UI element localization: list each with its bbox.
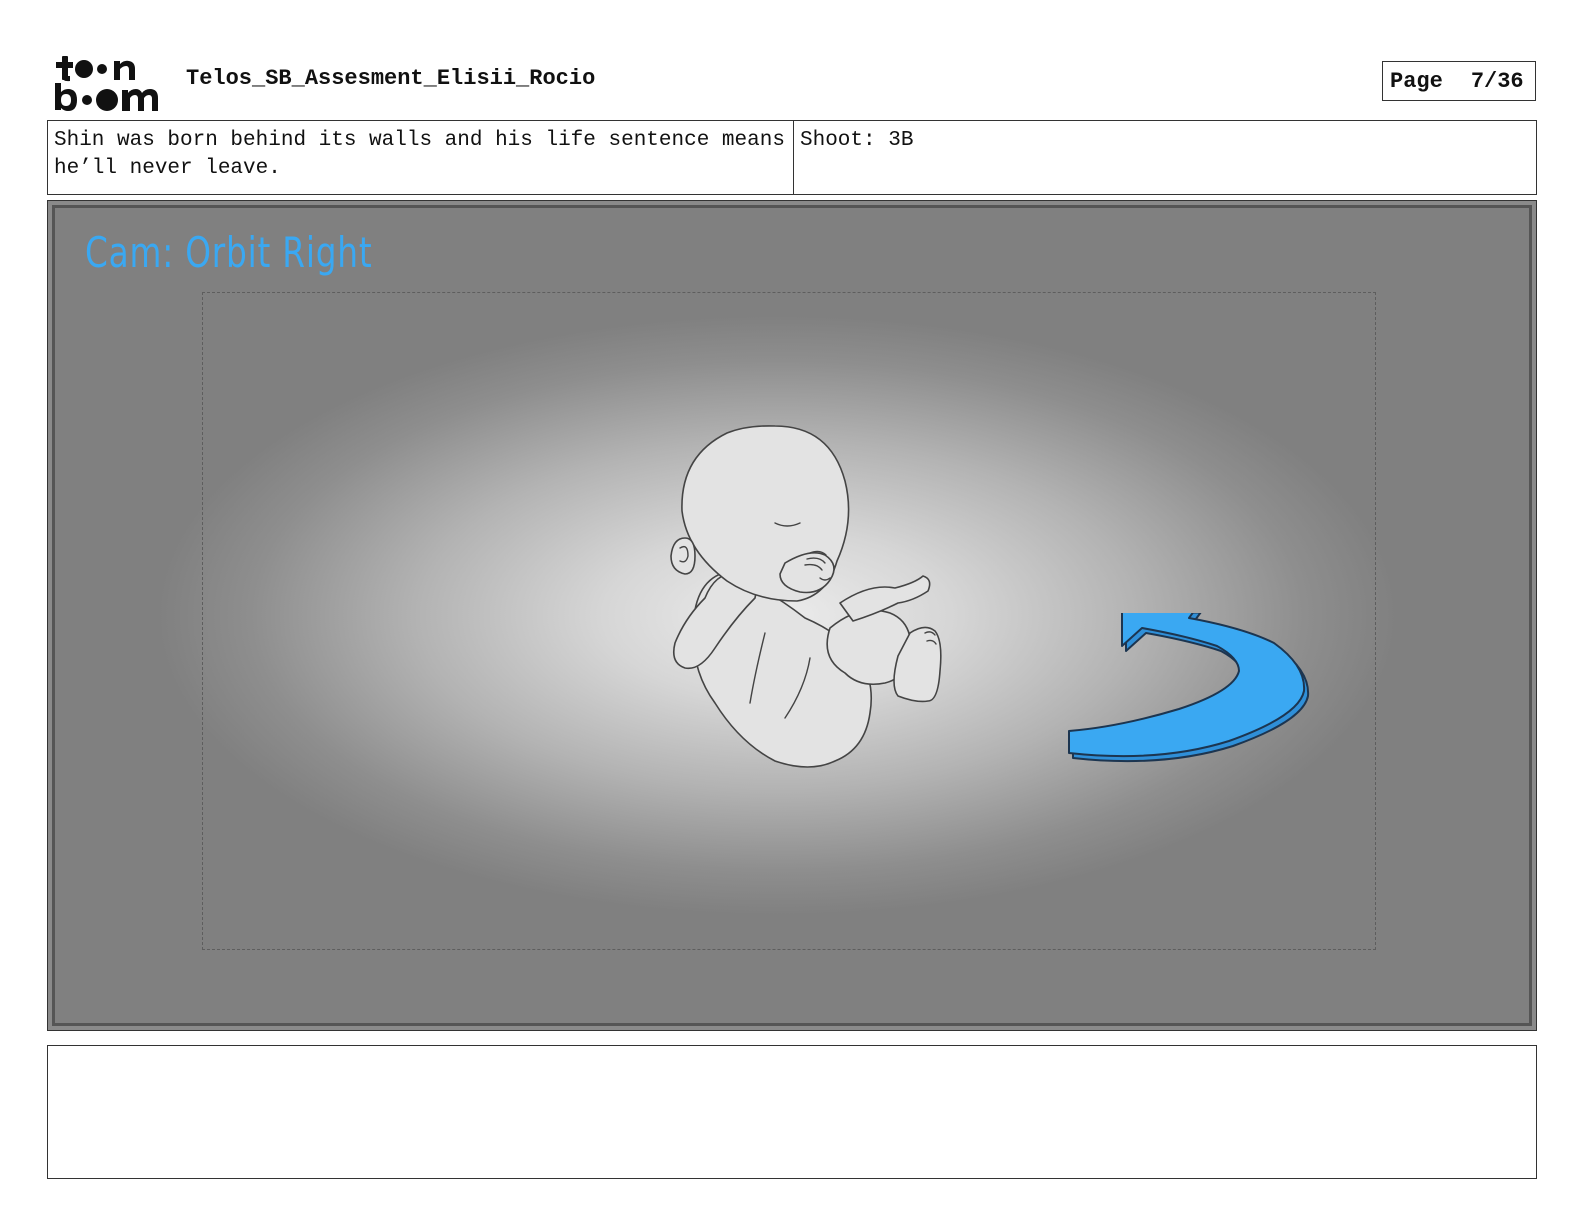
sleeping-baby-drawing: [670, 425, 942, 768]
dialog-text: Shin was born behind its walls and his l…: [48, 121, 794, 194]
page-indicator: Page 7/36: [1382, 61, 1536, 101]
document-title: Telos_SB_Assesment_Elisii_Rocio: [186, 66, 596, 91]
notes-box[interactable]: [47, 1045, 1537, 1179]
shoot-label: Shoot: 3B: [800, 129, 914, 152]
storyboard-panel[interactable]: Cam: Orbit Right: [48, 201, 1536, 1030]
panel-info-row: Shin was born behind its walls and his l…: [47, 120, 1537, 195]
orbit-right-arrow-icon: [1068, 613, 1310, 763]
toon-boom-logo: toon: [55, 56, 158, 111]
page-number: 7/36: [1470, 68, 1524, 94]
camera-note: Cam: Orbit Right: [85, 228, 373, 277]
storyboard-panel-frame: Cam: Orbit Right: [47, 200, 1537, 1031]
page-label: Page: [1390, 68, 1443, 94]
